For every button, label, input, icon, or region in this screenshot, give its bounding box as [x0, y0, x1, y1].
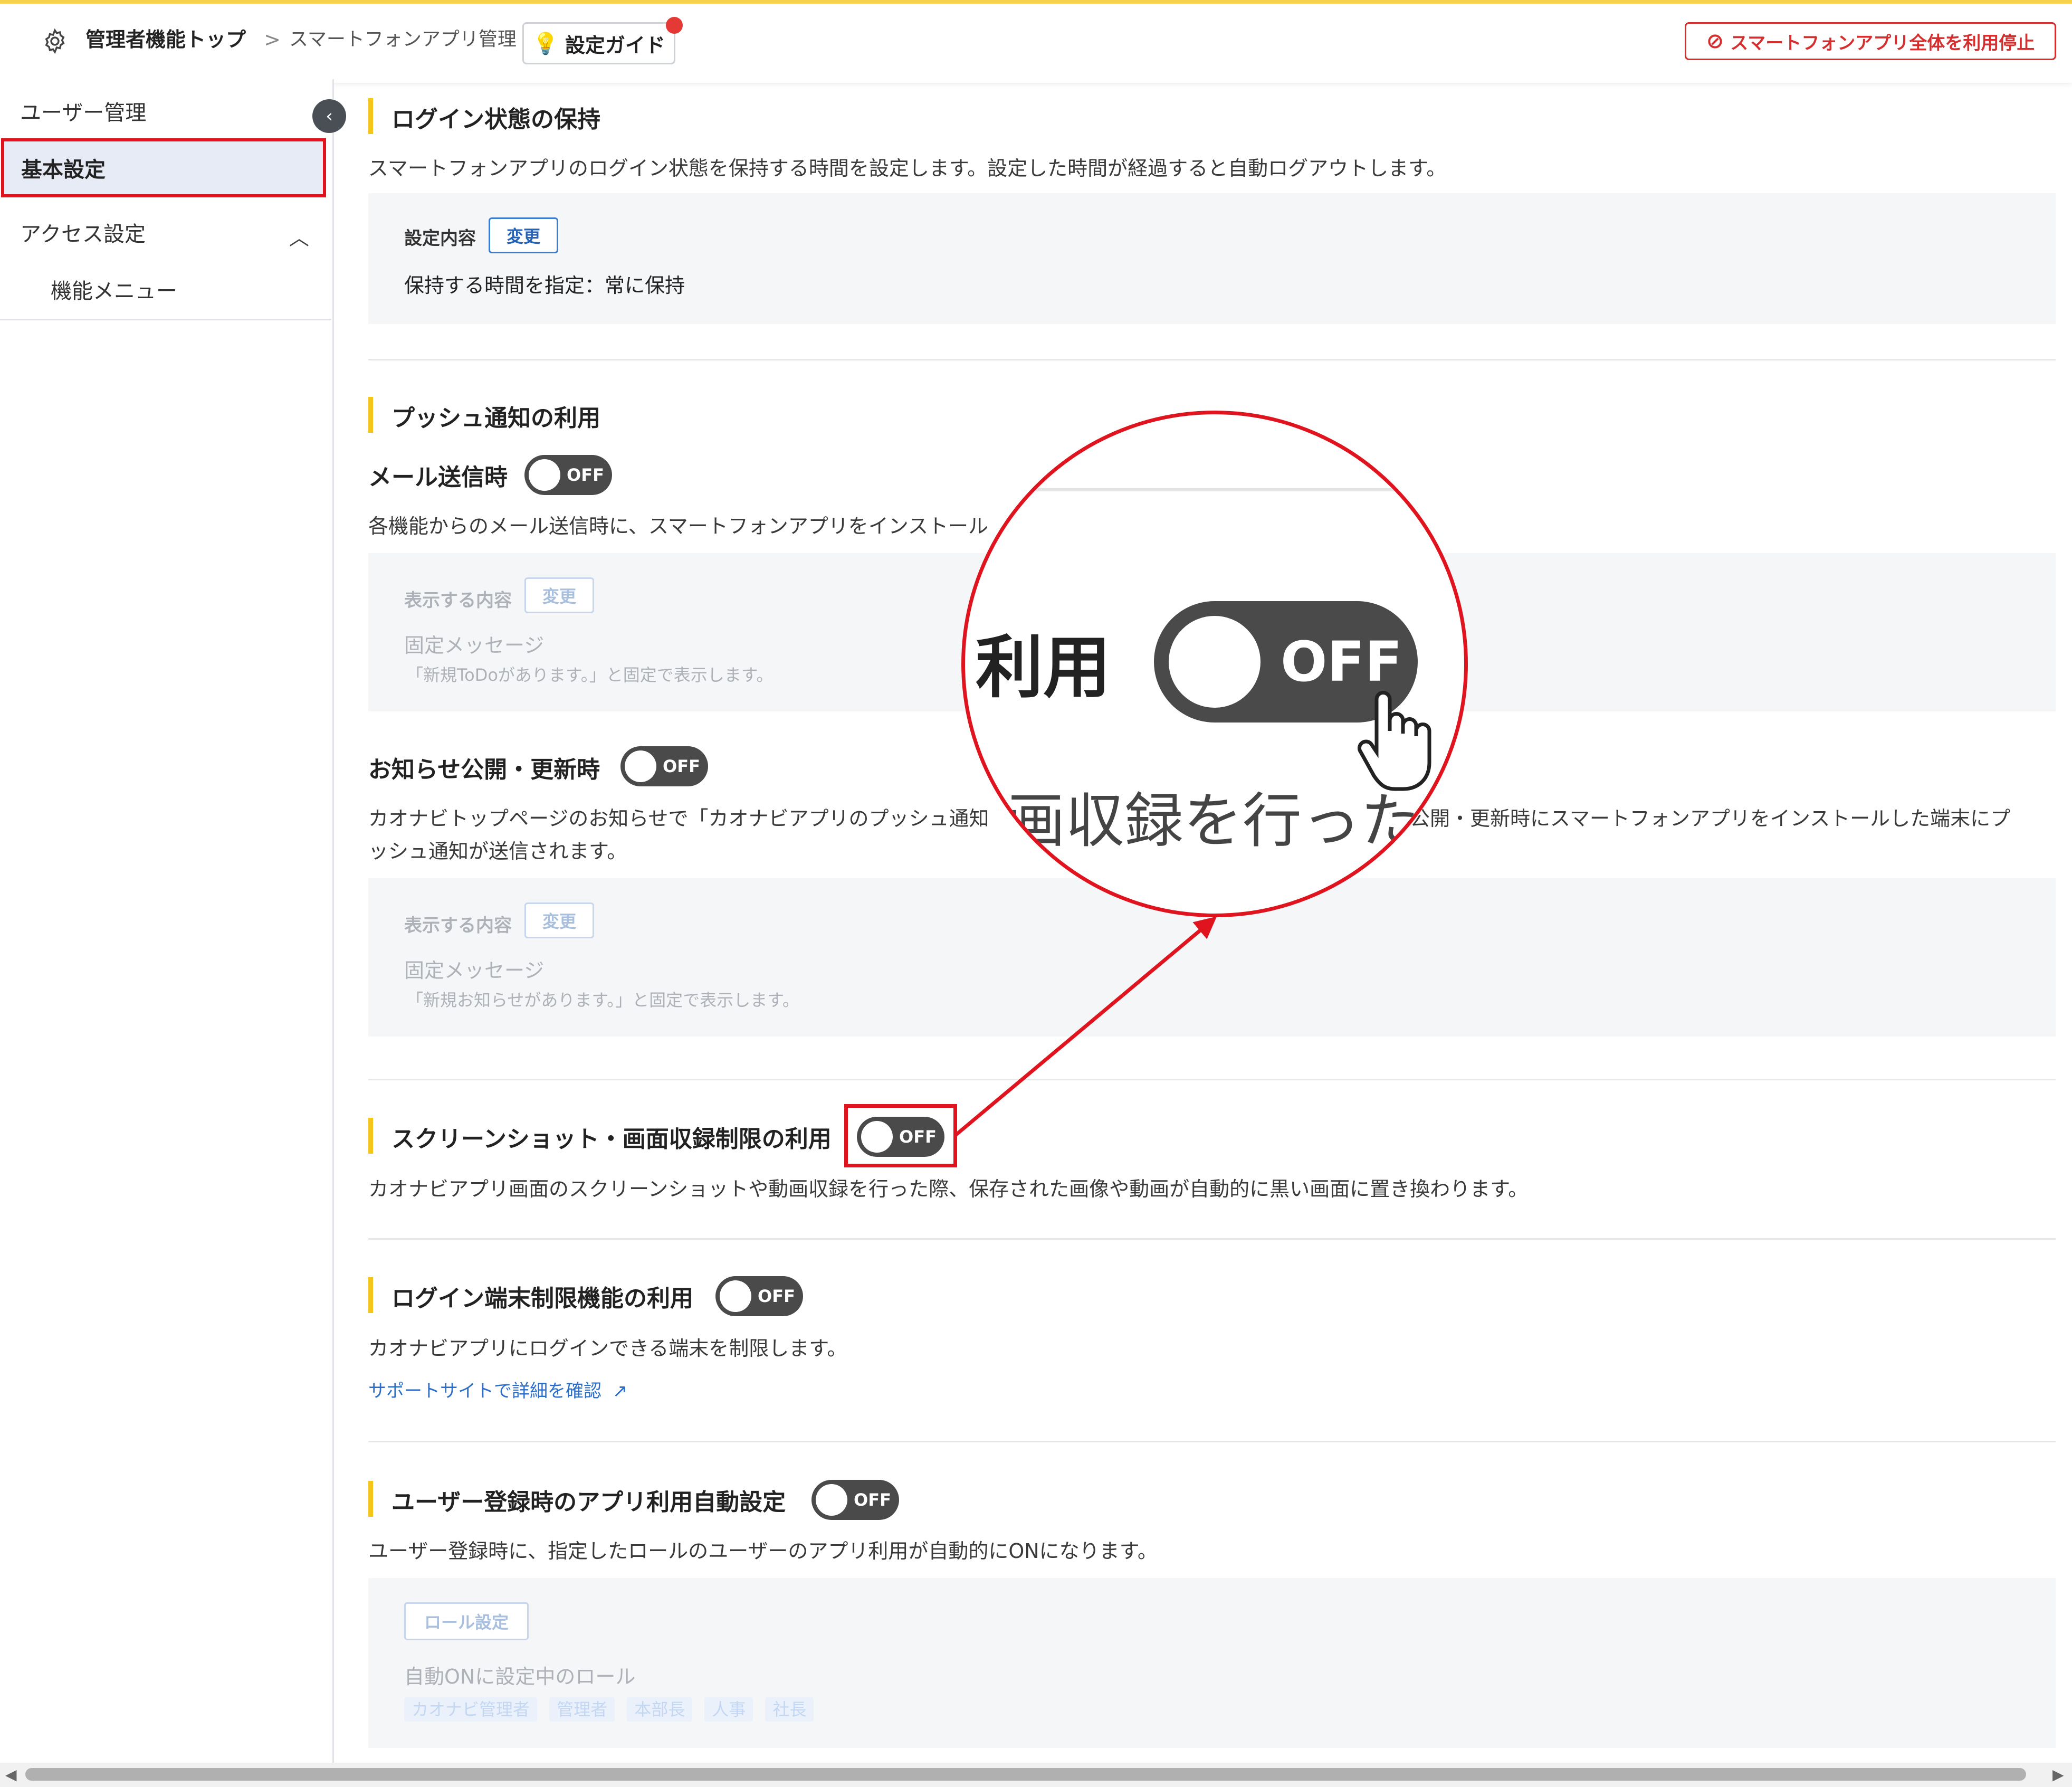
- zoom-callout-circle: 利用 OFF 画収録を行った: [961, 411, 1468, 917]
- callout-arrow: [954, 916, 1217, 1136]
- zoom-bg-line: [965, 488, 1464, 491]
- zoom-title-text: 利用: [976, 629, 1111, 707]
- zoom-desc-text: 画収録を行った: [1006, 787, 1420, 856]
- zoom-toggle-knob: [1169, 616, 1261, 708]
